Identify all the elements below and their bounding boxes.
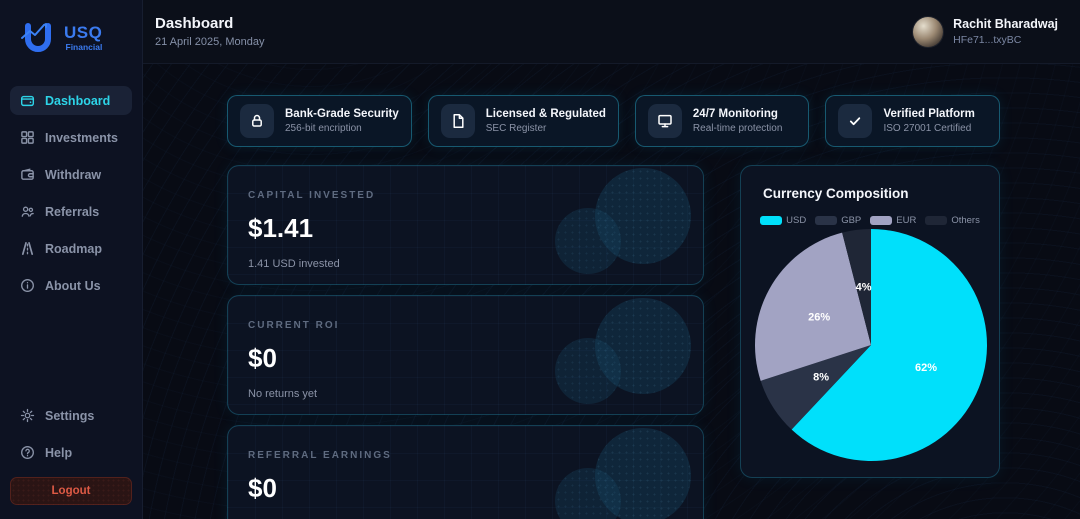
trust-badges-row: Bank-Grade Security 256-bit encription L… — [227, 95, 1000, 147]
legend-item-others: Others — [925, 215, 980, 226]
chart-title: Currency Composition — [763, 186, 909, 201]
legend-swatch — [760, 216, 783, 225]
sidebar-item-help[interactable]: Help — [10, 438, 132, 467]
sidebar-item-roadmap[interactable]: Roadmap — [10, 234, 132, 263]
currency-pie-chart: 62% 8% 26% 4% — [754, 228, 988, 462]
legend-swatch — [925, 216, 948, 225]
sidebar-item-label: Help — [45, 445, 73, 460]
check-icon — [850, 117, 861, 126]
legend-item-usd: USD — [760, 215, 806, 226]
info-icon — [21, 279, 34, 292]
decorative-circle — [595, 428, 691, 519]
stat-card-capital-invested: CAPITAL INVESTED $1.41 1.41 USD invested — [227, 165, 704, 285]
stat-card-current-roi: CURRENT ROI $0 No returns yet — [227, 295, 704, 415]
brand-name: USQ — [64, 23, 103, 43]
currency-composition-card: Currency Composition USD GBP EUR Others 62%… — [740, 165, 1000, 478]
sidebar-footer: Settings Help Logout — [10, 401, 132, 505]
sidebar-item-label: About Us — [45, 278, 101, 293]
legend-swatch — [870, 216, 893, 225]
avatar[interactable] — [913, 16, 944, 47]
gear-icon — [20, 408, 35, 423]
decorative-circle — [595, 298, 691, 394]
legend-label: USD — [786, 215, 807, 226]
legend-item-eur: EUR — [870, 215, 916, 226]
sidebar-item-settings[interactable]: Settings — [10, 401, 132, 430]
top-header: Dashboard 21 April 2025, Monday Rachit B… — [143, 0, 1080, 64]
document-icon — [453, 114, 464, 128]
sidebar-item-label: Referrals — [45, 204, 100, 219]
grid-icon — [21, 131, 34, 144]
user-wallet-address: HFe71...txyBC — [953, 34, 1022, 46]
main-content: Bank-Grade Security 256-bit encription L… — [143, 64, 1080, 519]
stat-card-referral-earnings: REFERRAL EARNINGS $0 No referrals yet — [227, 425, 704, 519]
decorative-circle — [595, 168, 691, 264]
badge-licensed-regulated: Licensed & Regulated SEC Register — [427, 95, 619, 147]
sidebar-item-label: Settings — [45, 408, 95, 423]
app-root: USQ Financial Dashboard Investments With… — [0, 0, 1080, 519]
page-date: 21 April 2025, Monday — [155, 36, 265, 48]
help-icon — [21, 446, 34, 459]
badge-title: 24/7 Monitoring — [692, 108, 778, 120]
brand-logo: USQ Financial — [18, 16, 102, 60]
road-icon — [21, 242, 34, 255]
badge-subtitle: Real-time protection — [692, 123, 783, 134]
sidebar-item-investments[interactable]: Investments — [10, 123, 132, 152]
sidebar-item-label: Investments — [45, 130, 118, 145]
badge-title: Bank-Grade Security — [285, 108, 399, 120]
sidebar-item-about-us[interactable]: About Us — [10, 271, 132, 300]
sidebar-item-label: Dashboard — [45, 93, 111, 108]
wallet-icon — [20, 95, 35, 107]
badge-subtitle: 256-bit encription — [285, 123, 362, 134]
legend-item-gbp: GBP — [815, 215, 861, 226]
pie-slice-label: 26% — [808, 311, 830, 323]
sidebar-item-label: Roadmap — [45, 241, 102, 256]
chart-legend: USD GBP EUR Others — [741, 215, 999, 226]
sidebar-item-referrals[interactable]: Referrals — [10, 197, 132, 226]
brand-tagline: Financial — [65, 42, 103, 53]
pie-slice-label: 8% — [813, 372, 829, 384]
withdraw-wallet-icon — [21, 168, 34, 180]
sidebar-nav: Dashboard Investments Withdraw Referrals — [10, 86, 132, 308]
sidebar: USQ Financial Dashboard Investments With… — [0, 0, 143, 519]
monitor-icon — [658, 114, 672, 128]
legend-label: GBP — [841, 215, 862, 226]
legend-label: Others — [951, 215, 980, 226]
badge-subtitle: SEC Register — [485, 123, 547, 134]
usq-logo-icon — [21, 23, 51, 52]
legend-label: EUR — [896, 215, 917, 226]
sidebar-item-label: Withdraw — [45, 167, 102, 182]
user-name: Rachit Bharadwaj — [953, 17, 1058, 31]
user-menu[interactable]: Rachit Bharadwaj HFe71...txyBC — [913, 16, 1058, 47]
lock-icon — [252, 114, 262, 127]
sidebar-item-dashboard[interactable]: Dashboard — [10, 86, 132, 115]
page-title: Dashboard — [155, 15, 234, 32]
legend-swatch — [815, 216, 838, 225]
pie-slice-label: 62% — [915, 362, 937, 374]
badge-monitoring: 24/7 Monitoring Real-time protection — [634, 95, 810, 147]
users-icon — [21, 206, 34, 217]
badge-subtitle: ISO 27001 Certified — [883, 123, 972, 134]
pie-slice-label: 4% — [856, 281, 872, 293]
badge-title: Licensed & Regulated — [485, 108, 606, 120]
sidebar-item-withdraw[interactable]: Withdraw — [10, 160, 132, 189]
logout-button[interactable]: Logout — [10, 477, 132, 505]
badge-title: Verified Platform — [883, 108, 975, 120]
badge-bank-grade-security: Bank-Grade Security 256-bit encription — [227, 95, 412, 147]
badge-verified-platform: Verified Platform ISO 27001 Certified — [825, 95, 1000, 147]
